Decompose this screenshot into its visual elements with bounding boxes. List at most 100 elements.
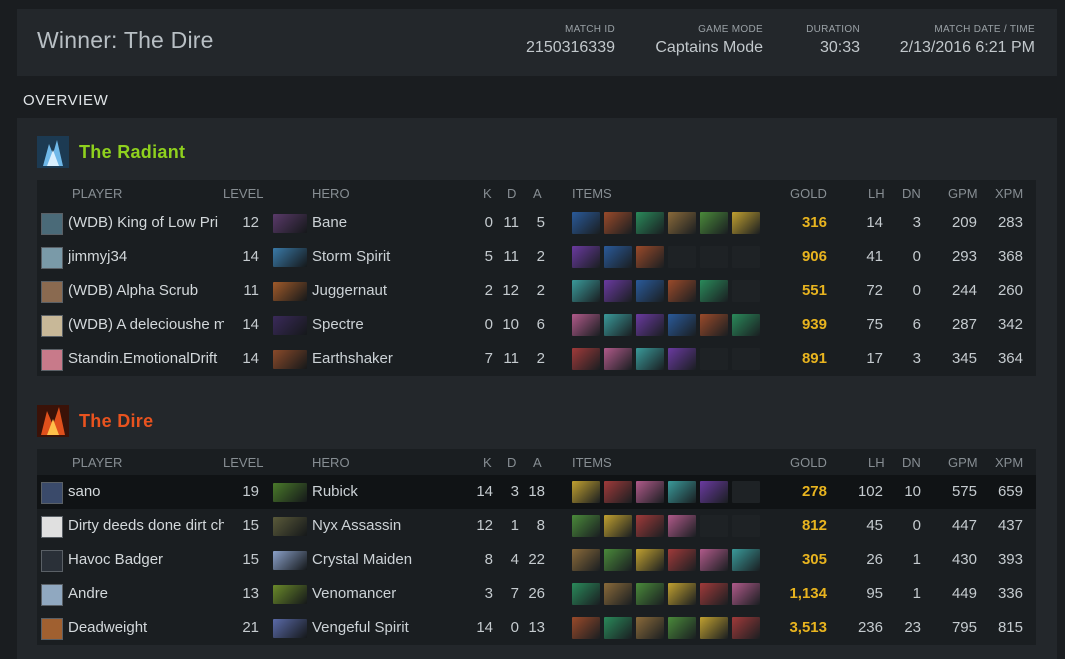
item-icon[interactable] [732, 314, 760, 336]
item-icon[interactable] [572, 280, 600, 302]
player-row[interactable]: Standin.EmotionalDrift 14 Earthshaker 7 11 2 8… [37, 342, 1036, 376]
player-name[interactable]: Havoc Badger [68, 551, 224, 568]
item-icon[interactable] [636, 549, 664, 571]
player-row[interactable]: jimmyj34 14 Storm Spirit 5 11 2 906 41 0 293 368 [37, 240, 1036, 274]
player-row[interactable]: (WDB) King of Low Pri 12 Bane 0 11 5 316 14 3 209… [37, 206, 1036, 240]
item-icon[interactable] [636, 212, 664, 234]
player-avatar[interactable] [41, 584, 63, 606]
item-icon[interactable] [604, 348, 632, 370]
hero-name[interactable]: Spectre [312, 316, 364, 333]
player-row[interactable]: Deadweight 21 Vengeful Spirit 14 0 13 3,513 236… [37, 611, 1036, 645]
hero-portrait-icon[interactable] [273, 350, 307, 369]
item-icon[interactable] [572, 617, 600, 639]
player-row[interactable]: Andre 13 Venomancer 3 7 26 1,134 95 1 449 336 [37, 577, 1036, 611]
player-row[interactable]: (WDB) Alpha Scrub 11 Juggernaut 2 12 2 551 72 0 2… [37, 274, 1036, 308]
item-icon[interactable] [636, 280, 664, 302]
hero-portrait-icon[interactable] [273, 619, 307, 638]
player-avatar[interactable] [41, 618, 63, 640]
item-icon[interactable] [668, 212, 696, 234]
item-icon[interactable] [604, 314, 632, 336]
hero-portrait-icon[interactable] [273, 248, 307, 267]
hero-portrait-icon[interactable] [273, 316, 307, 335]
item-icon[interactable] [668, 314, 696, 336]
hero-portrait-icon[interactable] [273, 517, 307, 536]
item-icon[interactable] [572, 212, 600, 234]
item-icon[interactable] [700, 617, 728, 639]
item-icon[interactable] [572, 314, 600, 336]
hero-name[interactable]: Earthshaker [312, 350, 393, 367]
player-name[interactable]: Standin.EmotionalDrift [68, 350, 224, 367]
item-icon[interactable] [668, 280, 696, 302]
item-icon[interactable] [604, 549, 632, 571]
player-row[interactable]: Havoc Badger 15 Crystal Maiden 8 4 22 305 26 1 43… [37, 543, 1036, 577]
item-icon[interactable] [668, 617, 696, 639]
item-icon[interactable] [572, 515, 600, 537]
item-icon[interactable] [572, 583, 600, 605]
item-icon[interactable] [732, 617, 760, 639]
item-icon[interactable] [636, 515, 664, 537]
player-row[interactable]: sano 19 Rubick 14 3 18 278 102 10 575 659 [37, 475, 1036, 509]
item-icon[interactable] [700, 314, 728, 336]
item-icon[interactable] [604, 280, 632, 302]
player-name[interactable]: (WDB) A delecioushe mo [68, 316, 224, 333]
item-icon[interactable] [700, 549, 728, 571]
item-icon[interactable] [604, 481, 632, 503]
item-icon[interactable] [700, 583, 728, 605]
player-avatar[interactable] [41, 550, 63, 572]
player-name[interactable]: Andre [68, 585, 224, 602]
item-icon[interactable] [732, 212, 760, 234]
item-icon[interactable] [636, 481, 664, 503]
item-icon[interactable] [604, 515, 632, 537]
item-icon[interactable] [604, 617, 632, 639]
item-icon[interactable] [604, 583, 632, 605]
item-icon[interactable] [668, 348, 696, 370]
hero-name[interactable]: Storm Spirit [312, 248, 390, 265]
hero-name[interactable]: Vengeful Spirit [312, 619, 409, 636]
hero-portrait-icon[interactable] [273, 585, 307, 604]
hero-portrait-icon[interactable] [273, 551, 307, 570]
item-icon[interactable] [636, 246, 664, 268]
hero-portrait-icon[interactable] [273, 214, 307, 233]
item-icon[interactable] [572, 246, 600, 268]
item-icon[interactable] [636, 583, 664, 605]
item-icon[interactable] [572, 348, 600, 370]
player-avatar[interactable] [41, 315, 63, 337]
player-name[interactable]: (WDB) Alpha Scrub [68, 282, 224, 299]
player-name[interactable]: (WDB) King of Low Pri [68, 214, 224, 231]
player-row[interactable]: Dirty deeds done dirt cheap 15 Nyx Assassi… [37, 509, 1036, 543]
player-avatar[interactable] [41, 281, 63, 303]
item-icon[interactable] [668, 515, 696, 537]
hero-portrait-icon[interactable] [273, 483, 307, 502]
item-icon[interactable] [700, 280, 728, 302]
hero-name[interactable]: Crystal Maiden [312, 551, 412, 568]
hero-portrait-icon[interactable] [273, 282, 307, 301]
player-avatar[interactable] [41, 516, 63, 538]
player-avatar[interactable] [41, 482, 63, 504]
item-icon[interactable] [732, 583, 760, 605]
item-icon[interactable] [700, 212, 728, 234]
hero-name[interactable]: Juggernaut [312, 282, 387, 299]
item-icon[interactable] [604, 212, 632, 234]
player-name[interactable]: sano [68, 483, 224, 500]
hero-name[interactable]: Venomancer [312, 585, 396, 602]
item-icon[interactable] [668, 481, 696, 503]
player-name[interactable]: Dirty deeds done dirt cheap [68, 517, 224, 534]
item-icon[interactable] [572, 481, 600, 503]
item-icon[interactable] [636, 314, 664, 336]
item-icon[interactable] [668, 583, 696, 605]
player-avatar[interactable] [41, 349, 63, 371]
player-name[interactable]: jimmyj34 [68, 248, 224, 265]
hero-name[interactable]: Bane [312, 214, 347, 231]
item-icon[interactable] [636, 617, 664, 639]
item-icon[interactable] [732, 549, 760, 571]
player-avatar[interactable] [41, 213, 63, 235]
item-icon[interactable] [668, 549, 696, 571]
player-avatar[interactable] [41, 247, 63, 269]
player-row[interactable]: (WDB) A delecioushe mo 14 Spectre 0 10 6 939 75… [37, 308, 1036, 342]
hero-name[interactable]: Rubick [312, 483, 358, 500]
item-icon[interactable] [636, 348, 664, 370]
item-icon[interactable] [604, 246, 632, 268]
hero-name[interactable]: Nyx Assassin [312, 517, 401, 534]
item-icon[interactable] [572, 549, 600, 571]
item-icon[interactable] [700, 481, 728, 503]
